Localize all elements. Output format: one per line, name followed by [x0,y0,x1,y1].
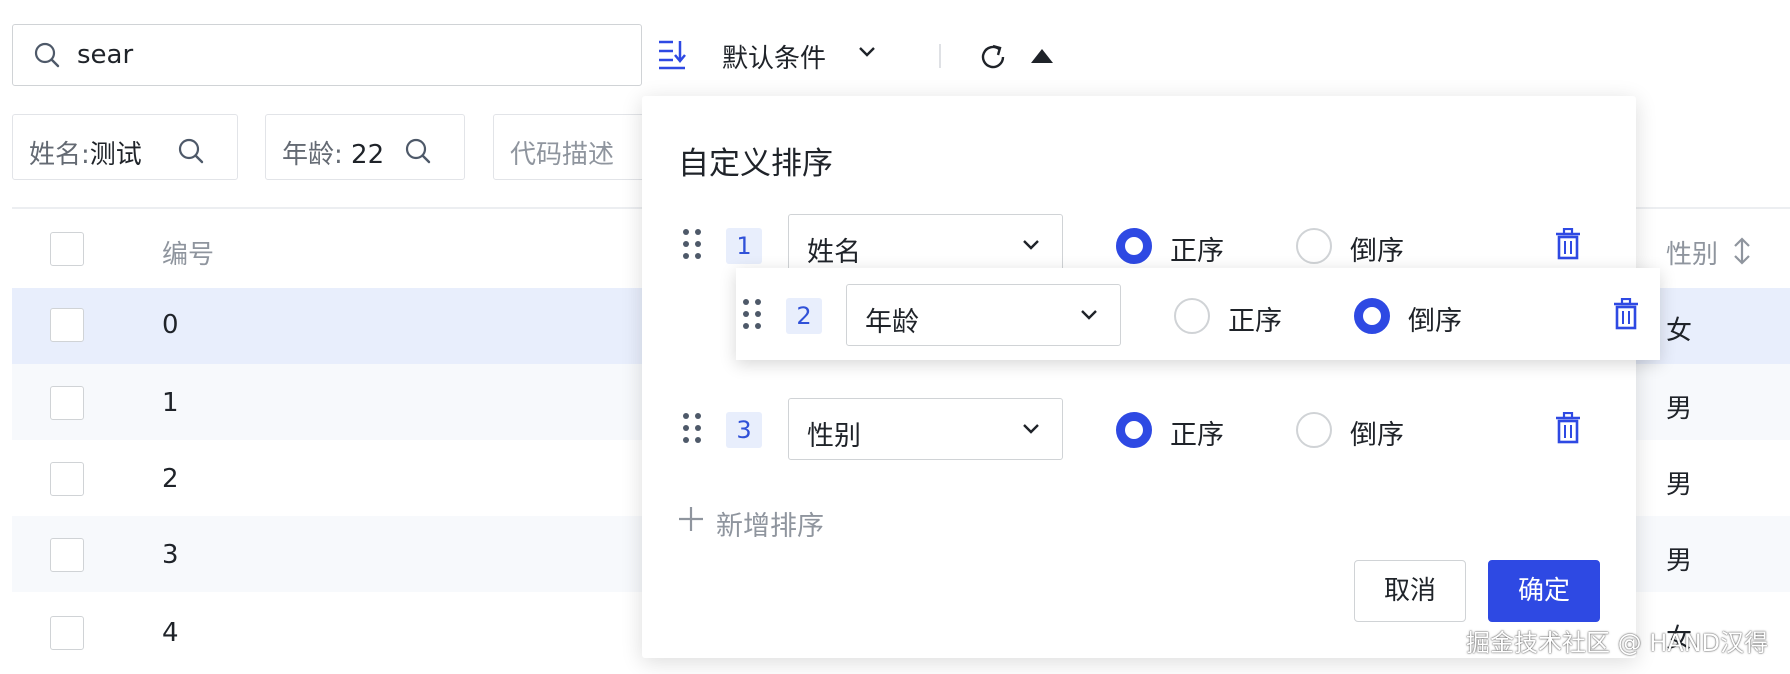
panel-title: 自定义排序 [678,146,833,182]
chevron-down-icon[interactable] [858,46,876,58]
radio-asc[interactable] [1174,298,1210,334]
row-checkbox[interactable] [50,308,84,342]
sort-icon[interactable] [656,38,688,70]
drag-handle-icon[interactable] [742,298,762,330]
radio-asc-label[interactable]: 正序 [1170,413,1224,452]
cell-no: 0 [162,310,179,340]
radio-asc[interactable] [1116,412,1152,448]
filter-name-value: 测试 [89,140,142,170]
trash-icon[interactable] [1612,298,1640,330]
filter-age[interactable]: 年龄: 22 [265,114,465,180]
select-all-checkbox[interactable] [50,232,84,266]
sort-field-select[interactable]: 性别 [788,398,1063,460]
sort-field-value: 姓名 [807,237,861,268]
sort-field-select[interactable]: 姓名 [788,214,1063,276]
sort-field-value: 年龄 [865,307,919,338]
radio-desc[interactable] [1354,298,1390,334]
radio-desc[interactable] [1296,412,1332,448]
condition-dropdown-label[interactable]: 默认条件 [722,38,826,75]
radio-desc[interactable] [1296,228,1332,264]
filter-name[interactable]: 姓名:测试 [12,114,238,180]
sort-toggle-icon[interactable] [1732,236,1752,266]
caret-up-icon[interactable] [1030,48,1054,64]
custom-sort-panel: 自定义排序 1 姓名 正序 倒序 3 性别 正序 倒序 新增排序 取消 确定 [642,96,1636,658]
cell-no: 3 [162,540,179,570]
sort-rule-row-dragging[interactable]: 2 年龄 正序 倒序 [736,268,1660,360]
filter-name-key: 姓名: [29,140,90,170]
cell-no: 2 [162,464,179,494]
cell-sex: 女 [1666,316,1693,346]
cell-no: 4 [162,618,179,648]
search-input[interactable]: sear [12,24,642,86]
drag-handle-icon[interactable] [682,228,702,260]
cell-no: 1 [162,388,179,418]
filter-code-placeholder: 代码描述 [510,140,615,170]
sort-rule-row: 3 性别 正序 倒序 [642,398,1636,464]
row-checkbox[interactable] [50,538,84,572]
cell-sex: 男 [1666,470,1693,500]
radio-asc-label[interactable]: 正序 [1228,299,1282,338]
header-sex[interactable]: 性别 [1666,234,1718,271]
sort-field-select[interactable]: 年龄 [846,284,1121,346]
cell-sex: 男 [1666,546,1693,576]
sort-index-badge: 1 [726,228,762,264]
header-no[interactable]: 编号 [162,234,214,271]
radio-asc-label[interactable]: 正序 [1170,229,1224,268]
cancel-button[interactable]: 取消 [1354,560,1466,622]
search-icon[interactable] [404,137,432,165]
row-checkbox[interactable] [50,616,84,650]
sort-index-badge: 3 [726,412,762,448]
chevron-down-icon [1022,239,1040,251]
row-checkbox[interactable] [50,462,84,496]
search-input-value[interactable]: sear [77,40,133,70]
sort-field-value: 性别 [807,421,861,452]
row-checkbox[interactable] [50,386,84,420]
watermark: 掘金技术社区 @ HAND汉得 [1466,629,1769,657]
trash-icon[interactable] [1554,228,1582,260]
search-icon [33,41,61,69]
chevron-down-icon [1080,309,1098,321]
sort-index-badge: 2 [786,298,822,334]
radio-desc-label[interactable]: 倒序 [1350,229,1404,268]
filter-age-key: 年龄: [282,140,343,170]
search-icon[interactable] [177,137,205,165]
toolbar-divider [939,44,941,68]
refresh-icon[interactable] [978,42,1008,72]
chevron-down-icon [1022,423,1040,435]
cell-sex: 男 [1666,394,1693,424]
radio-desc-label[interactable]: 倒序 [1408,299,1462,338]
drag-handle-icon[interactable] [682,412,702,444]
confirm-button[interactable]: 确定 [1488,560,1600,622]
plus-icon [678,506,704,532]
filter-age-value: 22 [351,140,385,170]
trash-icon[interactable] [1554,412,1582,444]
radio-desc-label[interactable]: 倒序 [1350,413,1404,452]
add-sort-label: 新增排序 [716,511,824,542]
radio-asc[interactable] [1116,228,1152,264]
